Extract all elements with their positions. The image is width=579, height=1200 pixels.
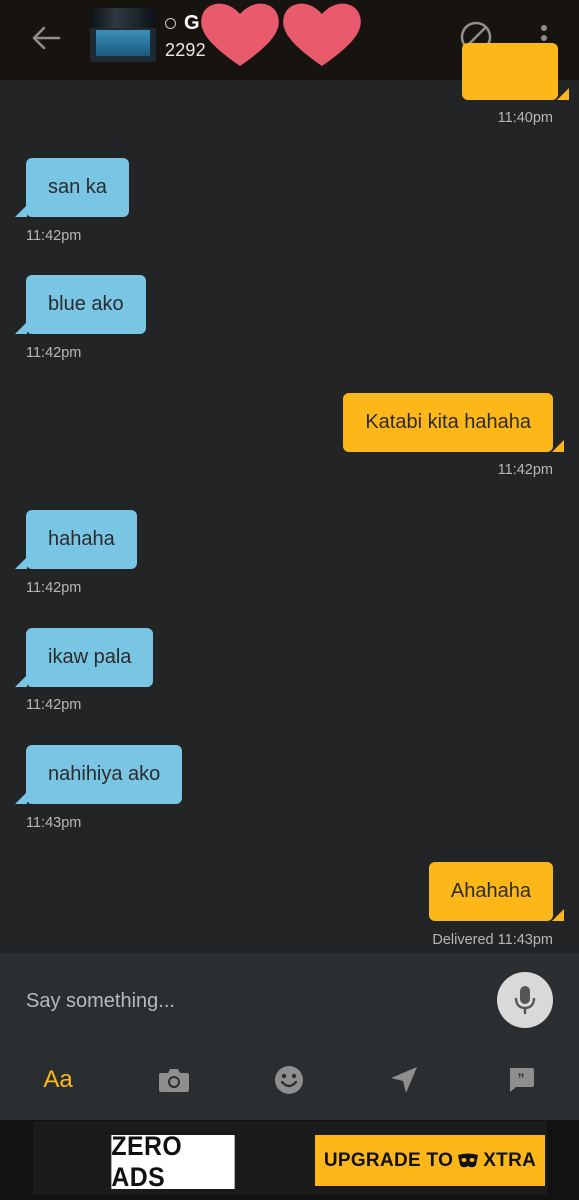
upgrade-prefix: UPGRADE TO [323, 1149, 454, 1171]
message-time: 11:42pm [26, 345, 82, 361]
profile-name-row[interactable]: G [165, 12, 200, 35]
message-status-time: Delivered 11:43pm [432, 932, 553, 948]
message-time: 11:42pm [26, 697, 82, 713]
message-bubble-outgoing[interactable]: Ahahaha [428, 862, 553, 921]
offline-status-icon [165, 18, 176, 29]
text-format-label: Aa [43, 1066, 73, 1093]
back-arrow-icon[interactable] [26, 20, 66, 56]
avatar[interactable] [90, 8, 156, 62]
grindr-mask-icon [458, 1153, 479, 1167]
message-time: 11:43pm [26, 815, 82, 831]
upgrade-suffix: XTRA [483, 1149, 537, 1171]
message-bubble-incoming[interactable]: ikaw pala [14, 628, 154, 687]
camera-icon[interactable] [147, 1057, 201, 1103]
message-bubble-outgoing[interactable]: Katabi kita hahaha [343, 393, 553, 452]
message-bubble-incoming[interactable]: san ka [15, 158, 129, 217]
message-time: 11:42pm [26, 228, 82, 244]
location-icon[interactable] [377, 1057, 431, 1103]
message-time: 11:40pm [497, 110, 553, 126]
message-time: 11:42pm [26, 580, 82, 596]
message-time: 11:42pm [497, 462, 553, 478]
heart-stickers-icon [201, 3, 361, 67]
saved-phrases-icon[interactable]: ” [494, 1057, 548, 1103]
microphone-icon[interactable] [497, 972, 553, 1028]
message-bubble-incoming[interactable]: hahaha [15, 510, 137, 569]
message-bubble-incoming[interactable]: nahihiya ako [14, 745, 183, 804]
message-input[interactable] [26, 983, 456, 1019]
upgrade-xtra-button[interactable]: UPGRADE TO XTRA [315, 1135, 545, 1186]
emoji-icon[interactable] [262, 1057, 316, 1103]
svg-text:”: ” [518, 1070, 525, 1086]
message-bubble-incoming[interactable]: blue ako [15, 275, 146, 334]
message-composer [0, 953, 579, 1048]
text-format-button[interactable]: Aa [31, 1057, 85, 1103]
message-bubble-outgoing[interactable] [462, 43, 558, 100]
zero-ads-label[interactable]: ZERO ADS [111, 1131, 235, 1192]
